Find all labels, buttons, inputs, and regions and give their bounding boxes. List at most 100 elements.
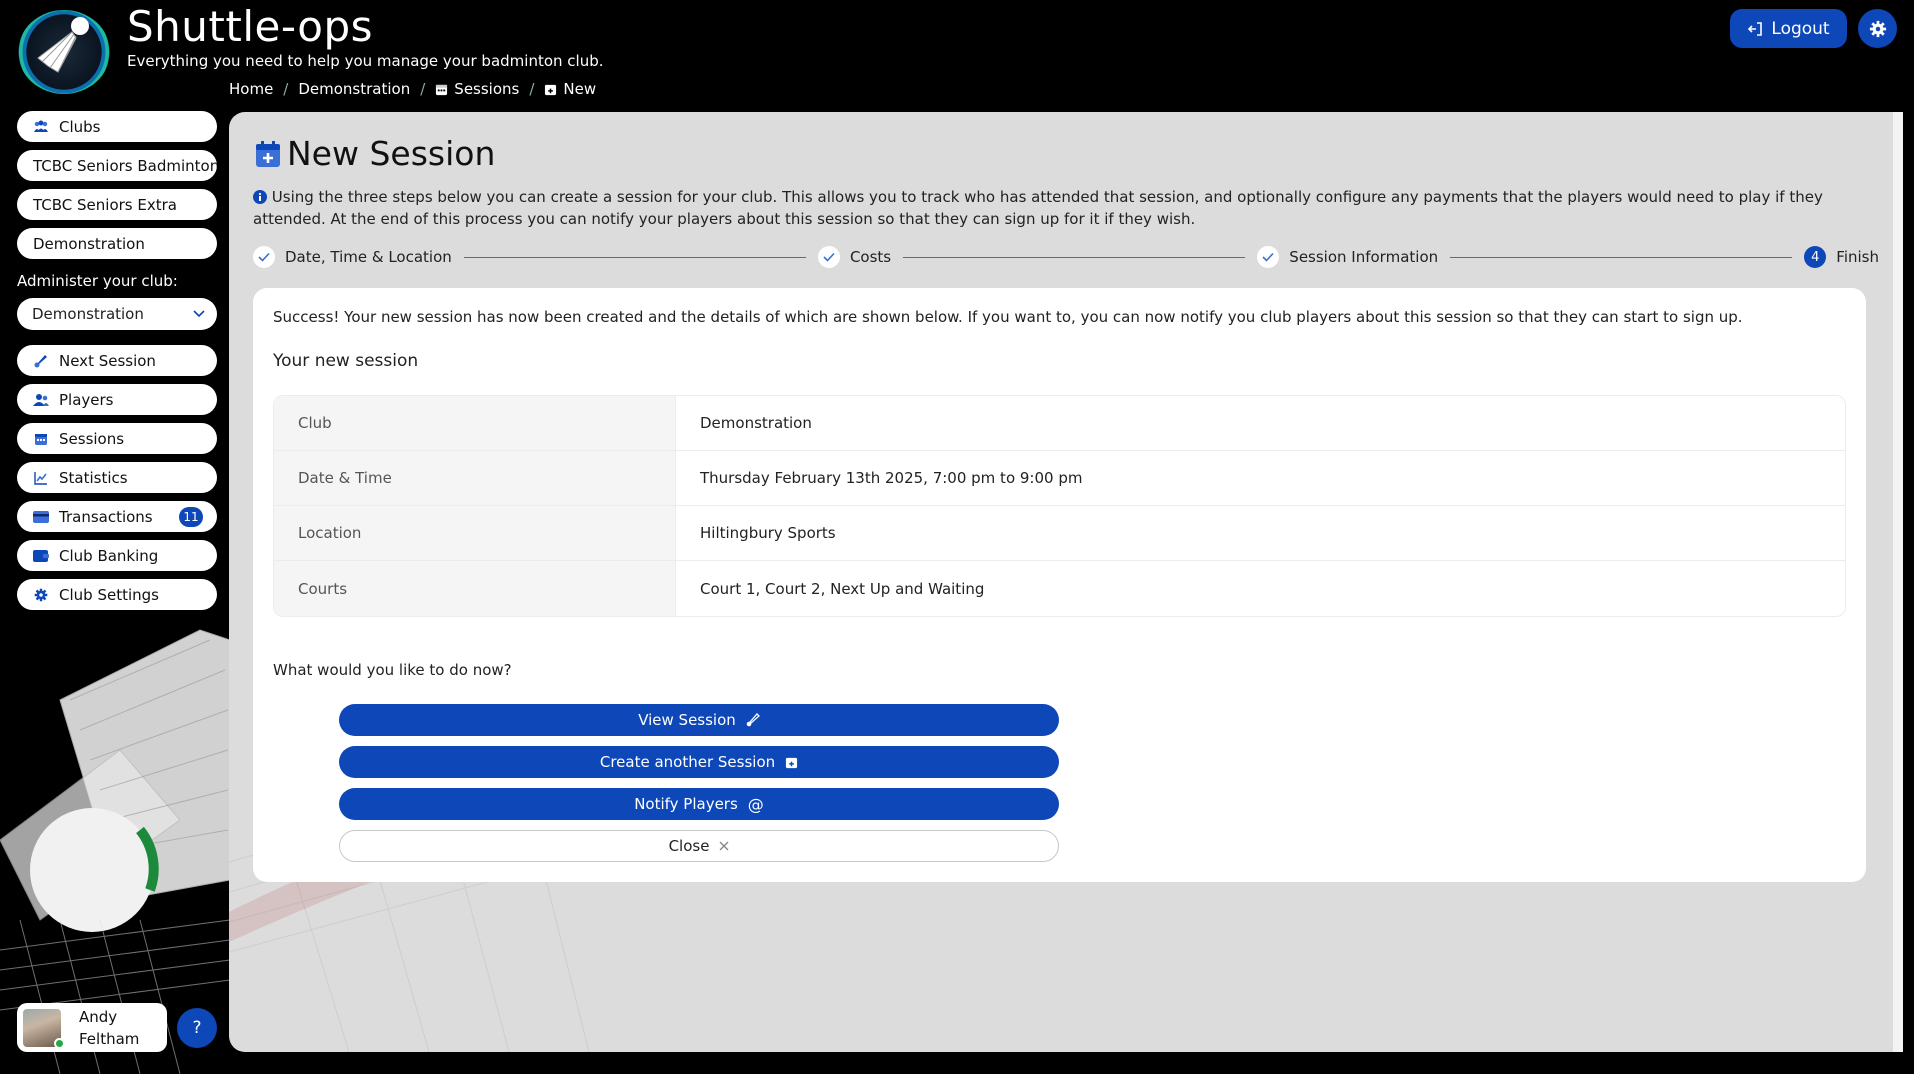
sidebar-item-label[interactable]: Club Banking — [59, 547, 158, 565]
app-logo — [18, 10, 110, 94]
breadcrumb-club[interactable]: Demonstration — [298, 80, 410, 98]
breadcrumb-home[interactable]: Home — [229, 80, 273, 98]
breadcrumb-sessions-label[interactable]: Sessions — [454, 80, 519, 98]
table-row: Location Hiltingbury Sports — [274, 506, 1845, 561]
session-summary-card: Success! Your new session has now been c… — [253, 288, 1866, 882]
sidebar-item-players[interactable]: Players — [17, 384, 217, 415]
shuttlecock-icon — [746, 713, 760, 727]
settings-button[interactable] — [1858, 9, 1897, 48]
detail-label: Club — [274, 396, 676, 450]
shuttlecock-icon — [33, 353, 49, 369]
step-connector — [1450, 256, 1793, 258]
intro-text-body: Using the three steps below you can crea… — [253, 188, 1823, 228]
view-session-label[interactable]: View Session — [638, 711, 736, 729]
create-another-session-button[interactable]: Create another Session — [339, 746, 1059, 778]
logout-button[interactable]: Logout — [1730, 9, 1847, 48]
sidebar-item-label[interactable]: Sessions — [59, 430, 124, 448]
sidebar-club-link-label[interactable]: Demonstration — [33, 235, 145, 253]
detail-label: Location — [274, 506, 676, 560]
close-icon — [719, 841, 729, 851]
notify-players-label[interactable]: Notify Players — [634, 795, 738, 813]
club-select-value[interactable]: Demonstration — [32, 305, 144, 323]
detail-label: Date & Time — [274, 451, 676, 505]
close-label[interactable]: Close — [669, 837, 710, 855]
scrollbar[interactable] — [1893, 112, 1903, 1052]
check-icon — [253, 246, 275, 268]
breadcrumb-new: New — [544, 80, 596, 98]
notify-players-button[interactable]: Notify Players @ — [339, 788, 1059, 820]
calendar-plus-icon — [786, 757, 798, 768]
sidebar-item-sessions[interactable]: Sessions — [17, 423, 217, 454]
sidebar-item-label[interactable]: Club Settings — [59, 586, 159, 604]
wallet-icon — [33, 548, 49, 564]
step-label: Finish — [1836, 248, 1879, 266]
help-button[interactable]: ? — [177, 1008, 217, 1048]
step-connector — [903, 256, 1246, 258]
details-heading: Your new session — [273, 351, 419, 371]
breadcrumb-club-label[interactable]: Demonstration — [298, 80, 410, 98]
gear-icon — [1869, 20, 1886, 37]
calendar-icon — [33, 431, 49, 447]
create-another-session-label[interactable]: Create another Session — [600, 753, 775, 771]
user-name: Andy Feltham — [79, 1006, 139, 1050]
page-title: New Session — [255, 134, 495, 173]
sidebar-club-link-label[interactable]: TCBC Seniors Extra — [33, 196, 177, 214]
step-progress: Date, Time & Location Costs Session Info… — [253, 242, 1879, 272]
chart-line-icon — [33, 470, 49, 486]
step-label: Session Information — [1289, 248, 1439, 266]
table-row: Courts Court 1, Court 2, Next Up and Wai… — [274, 561, 1845, 616]
breadcrumb-home-label[interactable]: Home — [229, 80, 273, 98]
step-date-time-location: Date, Time & Location — [253, 246, 452, 268]
detail-value: Thursday February 13th 2025, 7:00 pm to … — [700, 469, 1083, 487]
sidebar-club-link[interactable]: TCBC Seniors Badminton — [17, 150, 217, 181]
sidebar-item-club-settings[interactable]: Club Settings — [17, 579, 217, 610]
sidebar-clubs[interactable]: Clubs — [17, 111, 217, 142]
user-last-name: Feltham — [79, 1029, 140, 1048]
shuttlecock-logo-icon — [37, 17, 89, 73]
close-button[interactable]: Close — [339, 830, 1059, 862]
breadcrumb-sessions[interactable]: Sessions — [435, 80, 519, 98]
info-icon — [253, 190, 267, 204]
avatar — [23, 1008, 65, 1049]
sidebar-club-link[interactable]: TCBC Seniors Extra — [17, 189, 217, 220]
transactions-count-badge: 11 — [179, 506, 203, 527]
at-sign-icon: @ — [747, 794, 764, 814]
sidebar-item-label[interactable]: Players — [59, 391, 114, 409]
success-message: Success! Your new session has now been c… — [273, 308, 1743, 326]
sidebar-clubs-label[interactable]: Clubs — [59, 118, 100, 136]
logout-icon — [1748, 21, 1763, 36]
step-finish: 4 Finish — [1804, 246, 1879, 268]
view-session-button[interactable]: View Session — [339, 704, 1059, 736]
sidebar-item-next-session[interactable]: Next Session — [17, 345, 217, 376]
step-number: 4 — [1804, 246, 1827, 268]
breadcrumb-separator: / — [420, 80, 426, 98]
detail-label: Courts — [274, 561, 676, 616]
table-row: Date & Time Thursday February 13th 2025,… — [274, 451, 1845, 506]
sidebar-item-club-banking[interactable]: Club Banking — [17, 540, 217, 571]
step-session-information: Session Information — [1257, 246, 1438, 268]
step-label: Date, Time & Location — [285, 248, 452, 266]
sidebar-club-link-label[interactable]: TCBC Seniors Badminton — [33, 157, 217, 175]
sidebar-club-link[interactable]: Demonstration — [17, 228, 217, 259]
sidebar-item-statistics[interactable]: Statistics — [17, 462, 217, 493]
app-title: Shuttle-ops — [127, 2, 374, 51]
sidebar-item-label[interactable]: Statistics — [59, 469, 128, 487]
online-status-indicator — [54, 1037, 65, 1049]
sidebar-item-label[interactable]: Next Session — [59, 352, 156, 370]
sidebar-item-transactions[interactable]: Transactions 11 — [17, 501, 217, 532]
calendar-plus-icon — [545, 84, 557, 95]
sidebar-item-label[interactable]: Transactions — [59, 508, 153, 526]
table-row: Club Demonstration — [274, 396, 1845, 451]
club-select[interactable]: Demonstration — [17, 298, 217, 330]
users-icon — [33, 119, 49, 135]
session-details-table: Club Demonstration Date & Time Thursday … — [273, 395, 1846, 617]
check-icon — [1257, 246, 1280, 268]
logout-label[interactable]: Logout — [1771, 19, 1829, 39]
chevron-down-icon — [193, 310, 205, 318]
breadcrumb-separator: / — [529, 80, 535, 98]
user-profile-card[interactable]: Andy Feltham — [17, 1003, 167, 1052]
breadcrumb: Home / Demonstration / Sessions / New — [229, 80, 596, 98]
user-first-name: Andy — [79, 1007, 118, 1026]
app-tagline: Everything you need to help you manage y… — [127, 52, 604, 70]
gear-icon — [33, 587, 49, 603]
